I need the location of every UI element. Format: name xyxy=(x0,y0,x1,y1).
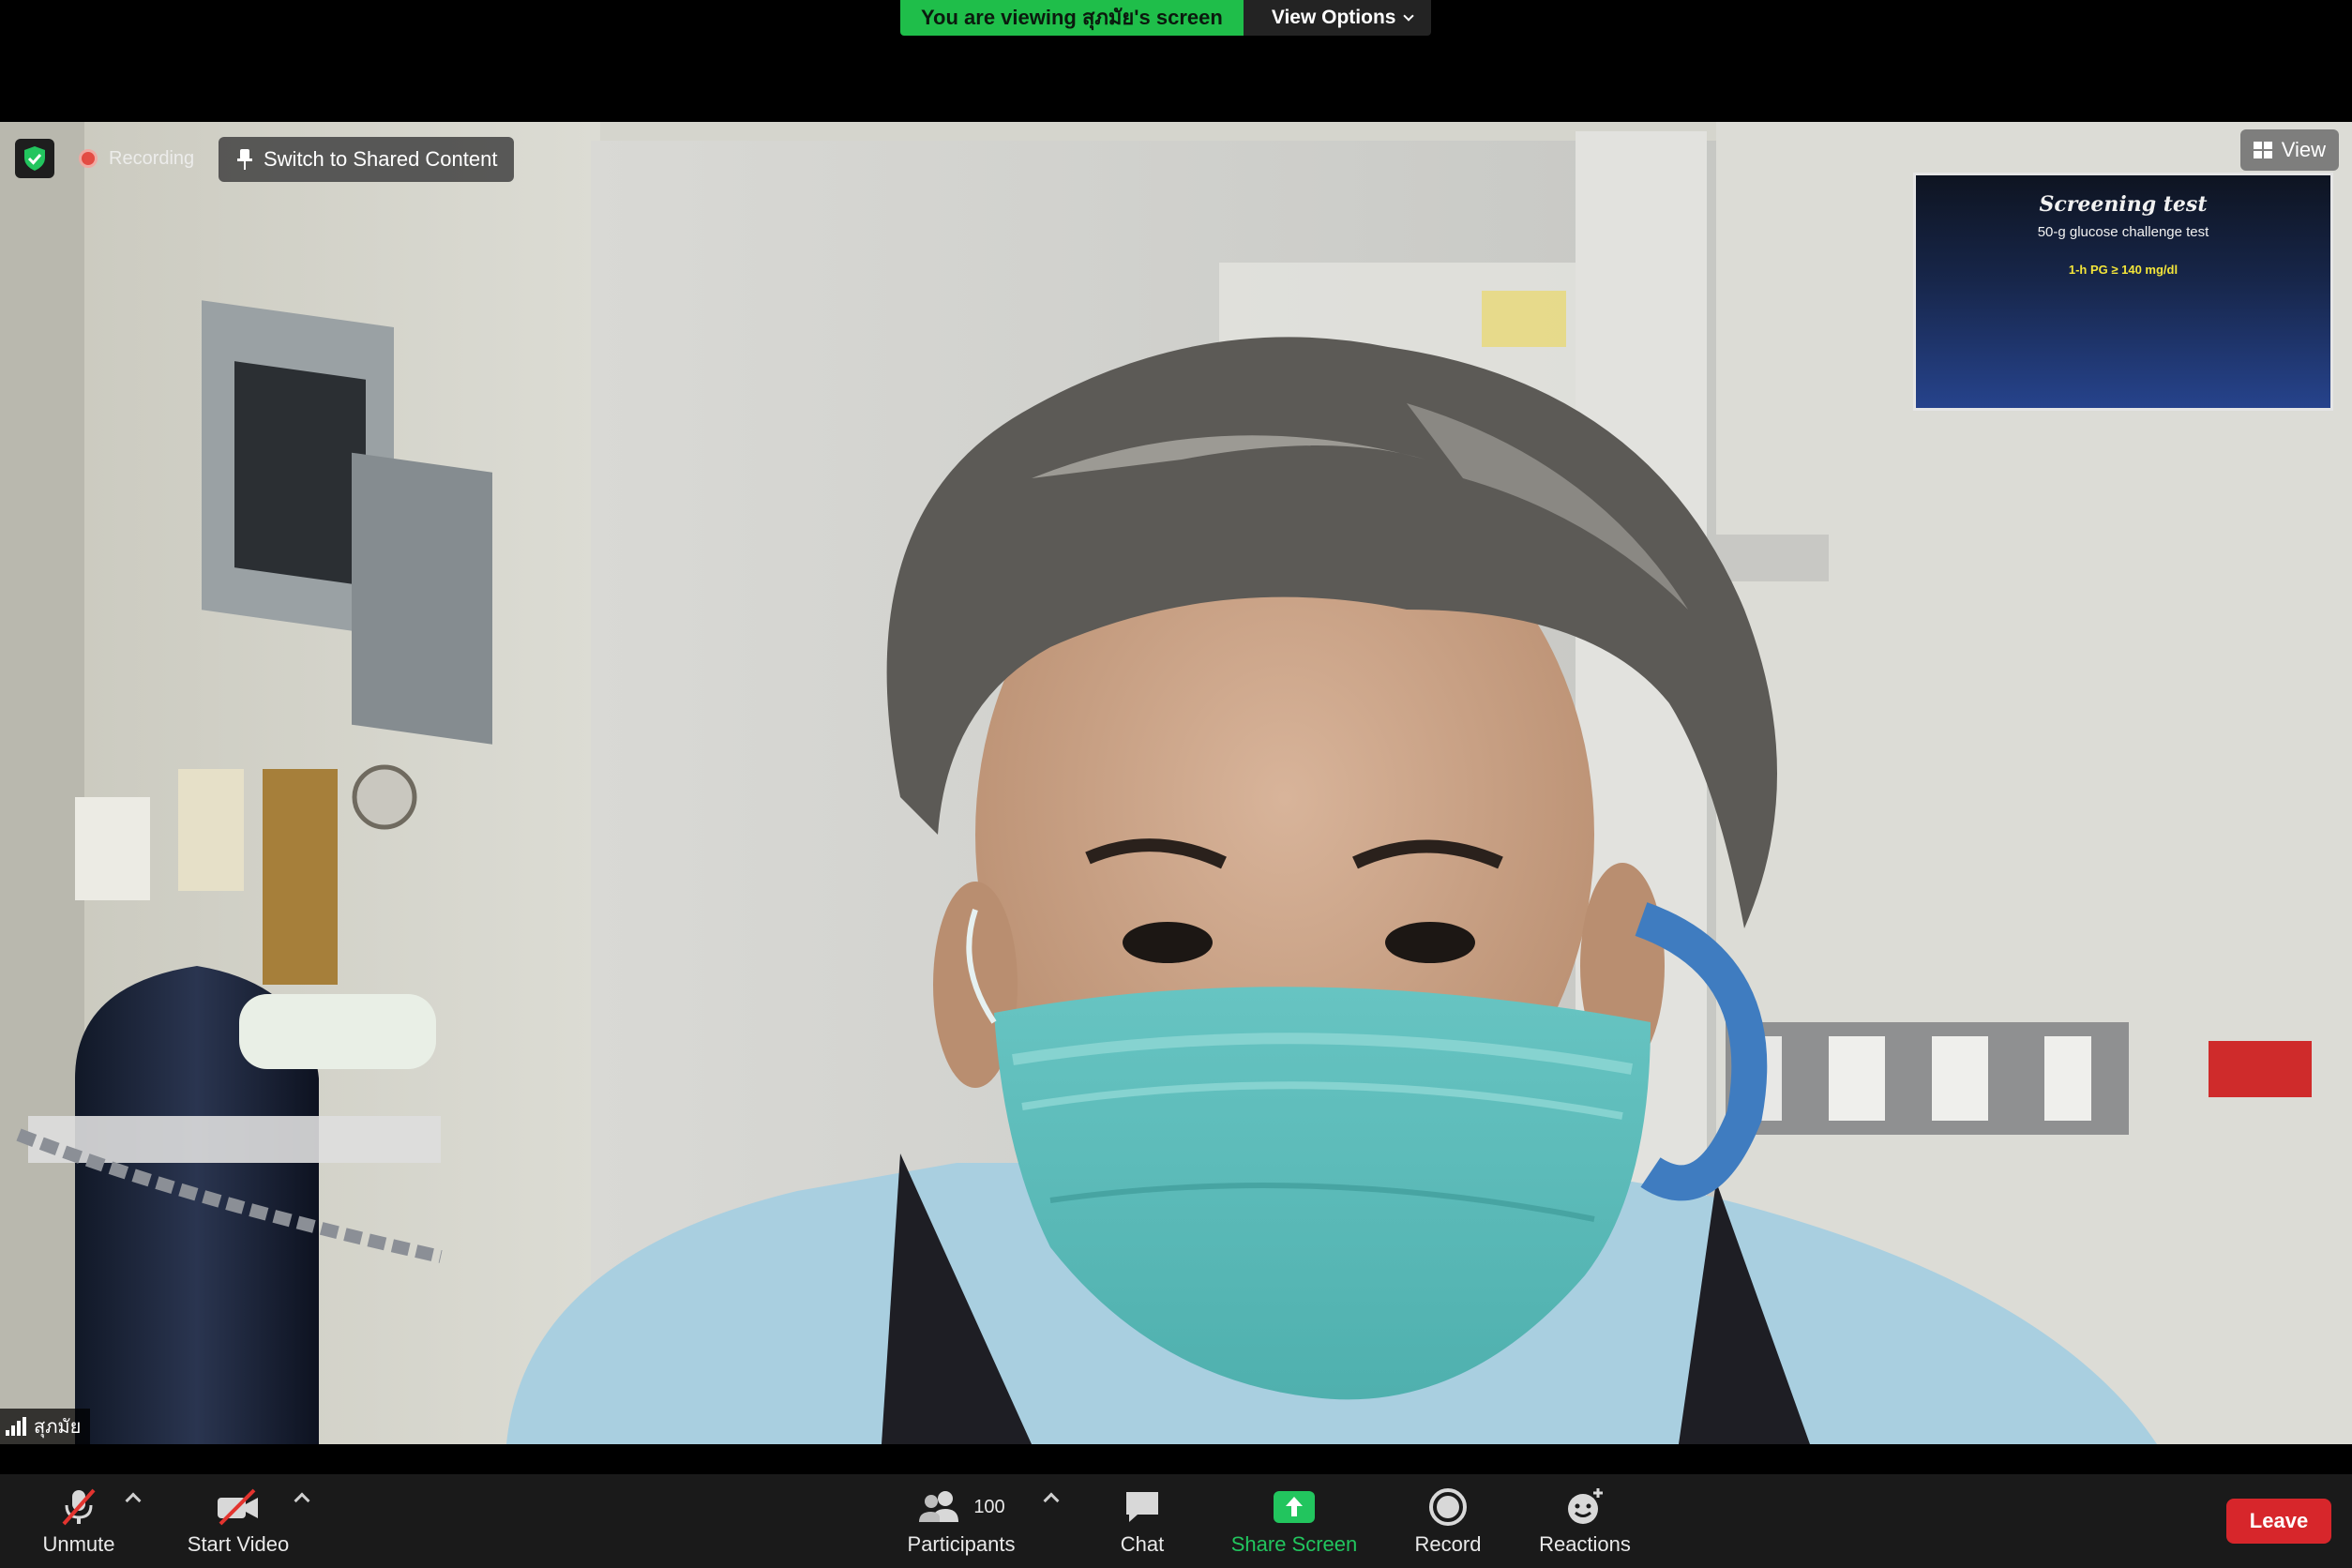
view-options-button[interactable]: View Options xyxy=(1243,0,1432,36)
video-options-caret-icon[interactable] xyxy=(294,1492,310,1509)
recording-dot-icon xyxy=(79,149,98,168)
record-button[interactable]: Record xyxy=(1410,1485,1485,1560)
reactions-smiley-icon xyxy=(1568,1488,1603,1524)
slide-subtitle: 50-g glucose challenge test xyxy=(2037,224,2209,240)
view-button-label: View xyxy=(2281,138,2326,161)
start-video-label: Start Video xyxy=(187,1532,290,1556)
shared-content-thumbnail[interactable]: Screening test 50-g glucose challenge te… xyxy=(1913,173,2333,411)
grid-view-icon xyxy=(2253,142,2272,158)
viewing-banner: You are viewing สุภมัย's screen View Opt… xyxy=(900,0,1432,36)
chat-icon xyxy=(1126,1492,1158,1522)
participants-icon xyxy=(919,1491,959,1522)
record-label: Record xyxy=(1414,1532,1482,1556)
participant-name: สุภมัย xyxy=(34,1417,82,1438)
signal-strength-icon xyxy=(6,1417,26,1436)
reactions-label: Reactions xyxy=(1539,1532,1631,1556)
switch-to-shared-content-button[interactable]: Switch to Shared Content xyxy=(219,137,515,182)
top-bar: You are viewing สุภมัย's screen View Opt… xyxy=(0,0,2352,122)
chat-label: Chat xyxy=(1120,1532,1165,1556)
slide-threshold: 1-h PG ≥ 140 mg/dl xyxy=(2068,263,2179,277)
chat-button[interactable]: Chat xyxy=(1112,1485,1172,1560)
view-options-label: View Options xyxy=(1271,7,1396,28)
share-screen-button[interactable]: Share Screen xyxy=(1227,1485,1362,1560)
start-video-button[interactable]: Start Video xyxy=(184,1485,293,1560)
muted-microphone-icon xyxy=(62,1488,96,1526)
video-off-icon xyxy=(218,1488,258,1526)
switch-to-shared-content-label: Switch to Shared Content xyxy=(264,147,498,171)
participants-button[interactable]: 100 Participants xyxy=(900,1485,1022,1560)
viewing-status-label: You are viewing สุภมัย's screen xyxy=(900,0,1244,36)
participant-name-tag: สุภมัย xyxy=(0,1409,91,1444)
participants-label: Participants xyxy=(907,1532,1016,1556)
meeting-toolbar: Unmute Start Video 100 Participants Chat… xyxy=(0,1474,2352,1568)
unmute-button[interactable]: Unmute xyxy=(34,1485,124,1560)
slide-title: Screening test xyxy=(2039,192,2208,217)
audio-options-caret-icon[interactable] xyxy=(125,1492,142,1509)
record-icon xyxy=(1429,1488,1467,1526)
security-shield-icon[interactable] xyxy=(15,139,54,178)
share-screen-label: Share Screen xyxy=(1230,1532,1358,1556)
chevron-down-icon xyxy=(1403,9,1415,22)
leave-meeting-button[interactable]: Leave xyxy=(2226,1499,2331,1544)
recording-label: Recording xyxy=(109,147,195,169)
reactions-button[interactable]: Reactions xyxy=(1538,1485,1632,1560)
share-screen-icon xyxy=(1274,1491,1315,1523)
view-layout-button[interactable]: View xyxy=(2239,129,2339,171)
unmute-label: Unmute xyxy=(42,1532,115,1556)
participants-count: 100 xyxy=(973,1496,1005,1517)
participants-options-caret-icon[interactable] xyxy=(1043,1492,1060,1509)
recording-indicator: Recording xyxy=(79,143,194,174)
pin-icon xyxy=(237,149,252,170)
video-stage: Recording Switch to Shared Content View … xyxy=(0,122,2352,1444)
